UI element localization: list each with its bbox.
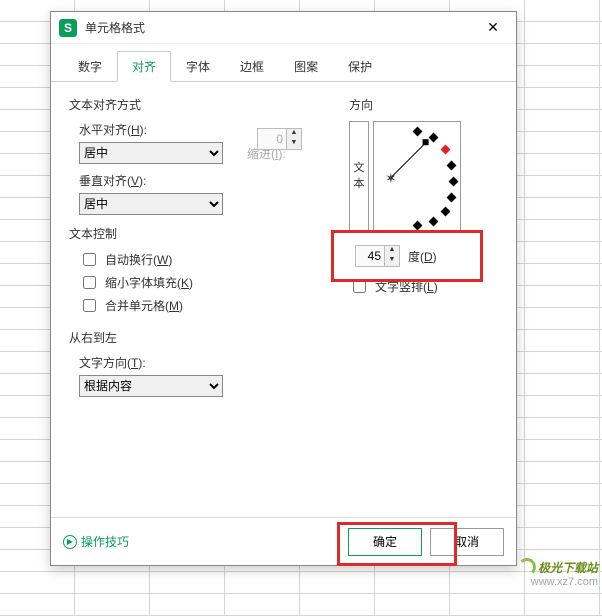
vertical-text-button[interactable]: 文本 <box>349 121 369 231</box>
h-align-select[interactable]: 居中 <box>79 142 223 164</box>
ok-button[interactable]: 确定 <box>348 528 422 556</box>
dial-needle <box>392 142 427 177</box>
chevron-down-icon[interactable]: ▼ <box>287 139 301 149</box>
dialog-content: 文本对齐方式 水平对齐(H): 居中 缩进(I): ▲▼ 垂直对齐(V): 居中… <box>51 82 516 517</box>
degree-label: 度(D) <box>408 248 437 265</box>
tab-alignment[interactable]: 对齐 <box>117 51 171 82</box>
play-icon: ▶ <box>63 535 77 549</box>
tab-bar: 数字 对齐 字体 边框 图案 保护 <box>51 44 516 82</box>
chevron-up-icon[interactable]: ▲ <box>385 246 399 256</box>
v-align-label: 垂直对齐(V): <box>79 172 319 189</box>
shrink-checkbox[interactable]: 缩小字体填充(K) <box>79 273 319 292</box>
vertical-stack-checkbox[interactable]: 文字竖排(L) <box>349 277 498 296</box>
tab-number[interactable]: 数字 <box>63 51 117 82</box>
tab-protect[interactable]: 保护 <box>333 51 387 82</box>
text-dir-select[interactable]: 根据内容 <box>79 375 223 397</box>
rtl-group-label: 从右到左 <box>69 329 319 346</box>
tab-border[interactable]: 边框 <box>225 51 279 82</box>
dialog-title: 单元格格式 <box>85 19 478 36</box>
cancel-button[interactable]: 取消 <box>430 528 504 556</box>
chevron-up-icon[interactable]: ▲ <box>287 129 301 139</box>
tab-font[interactable]: 字体 <box>171 51 225 82</box>
swirl-icon <box>518 558 536 576</box>
merge-checkbox[interactable]: 合并单元格(M) <box>79 296 319 315</box>
titlebar: S 单元格格式 ✕ <box>51 12 516 44</box>
tab-pattern[interactable]: 图案 <box>279 51 333 82</box>
dialog-footer: ▶ 操作技巧 确定 取消 <box>51 517 516 565</box>
app-icon: S <box>59 19 77 37</box>
orientation-group-label: 方向 <box>349 96 498 113</box>
watermark: 极光下载站 www.xz7.com <box>518 558 598 588</box>
text-dir-label: 文字方向(T): <box>79 354 319 371</box>
v-align-select[interactable]: 居中 <box>79 193 223 215</box>
indent-input <box>258 130 286 148</box>
orientation-dial[interactable]: ✶ <box>373 121 461 231</box>
cell-format-dialog: S 单元格格式 ✕ 数字 对齐 字体 边框 图案 保护 文本对齐方式 水平对齐(… <box>50 11 517 566</box>
indent-spinner[interactable]: ▲▼ <box>257 128 302 150</box>
close-icon[interactable]: ✕ <box>478 19 508 36</box>
tips-link[interactable]: ▶ 操作技巧 <box>63 533 340 550</box>
degree-spinner[interactable]: ▲▼ <box>355 245 400 267</box>
wrap-checkbox[interactable]: 自动换行(W) <box>79 250 319 269</box>
chevron-down-icon[interactable]: ▼ <box>385 256 399 266</box>
degree-input[interactable] <box>356 247 384 265</box>
text-align-group-label: 文本对齐方式 <box>69 96 319 113</box>
text-control-group-label: 文本控制 <box>69 225 319 242</box>
